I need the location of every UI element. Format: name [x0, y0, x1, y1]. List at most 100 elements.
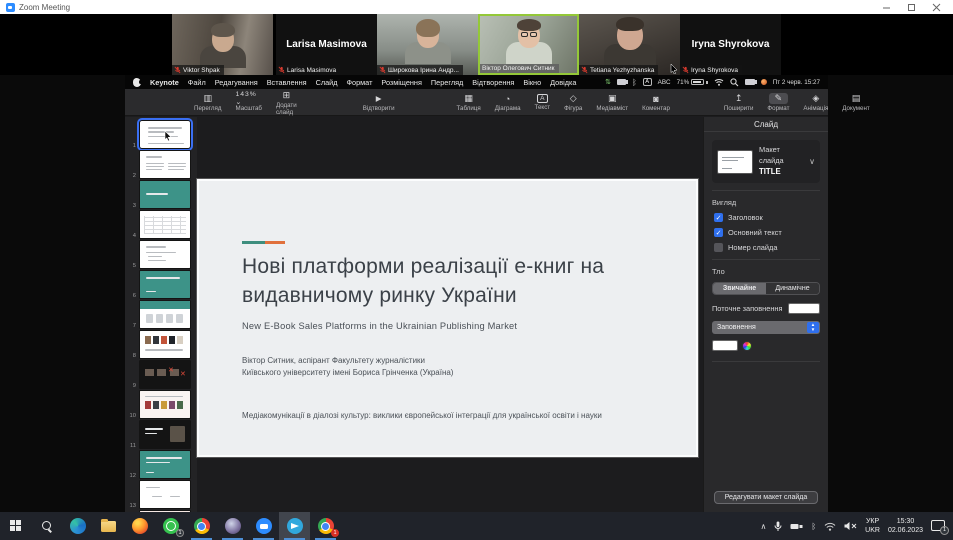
taskbar-file-explorer[interactable]	[93, 512, 124, 540]
slide-author[interactable]: Віктор Ситник, аспірант Факультету журна…	[242, 355, 453, 379]
camera-status-icon[interactable]	[745, 79, 755, 85]
tray-bluetooth-icon[interactable]: ᛒ	[811, 522, 816, 531]
input-source-icon[interactable]: А	[643, 78, 652, 86]
display-icon[interactable]	[617, 79, 626, 85]
slide-thumbnail-9[interactable]: 9 ✕ ✕	[125, 360, 197, 390]
slide-thumbnail-2[interactable]: 2	[125, 150, 197, 180]
format-button[interactable]: ✎ Формат	[760, 89, 796, 115]
slide-thumbnail-11[interactable]: 11	[125, 420, 197, 450]
language-indicator[interactable]: УКРUKR	[865, 517, 880, 535]
menu-window[interactable]: Вікно	[523, 78, 541, 87]
video-tile-tetiana-yezhyzhanska[interactable]: Tetiana Yezhyzhanska	[579, 14, 680, 75]
menu-slide[interactable]: Слайд	[316, 78, 338, 87]
body-text-checkbox-row[interactable]: ✓ Основний текст	[714, 228, 818, 237]
menu-help[interactable]: Довідка	[550, 78, 576, 87]
maximize-button[interactable]	[907, 3, 916, 12]
slide-thumbnail-5[interactable]: 5	[125, 240, 197, 270]
slide-title[interactable]: Нові платформи реалізації е-книг на вида…	[242, 253, 632, 311]
bluetooth-icon[interactable]: ᛒ	[632, 78, 637, 87]
color-wheel-icon[interactable]	[742, 341, 752, 351]
wifi-icon[interactable]	[714, 78, 724, 86]
taskbar-telegram-active[interactable]	[279, 512, 310, 540]
slide-subtitle[interactable]: New E-Book Sales Platforms in the Ukrain…	[242, 321, 517, 331]
comment-button[interactable]: ◙ Коментар	[635, 89, 677, 115]
slide-thumbnail-3[interactable]: 3	[125, 180, 197, 210]
shape-button[interactable]: ◇ Фігура	[557, 89, 589, 115]
menu-file[interactable]: Файл	[188, 78, 206, 87]
slide-thumbnail-4[interactable]: 4	[125, 210, 197, 240]
chart-button[interactable]: ◔ Діаграма	[488, 89, 528, 115]
taskbar-search-button[interactable]	[31, 512, 62, 540]
menu-keynote[interactable]: Keynote	[150, 78, 179, 87]
segment-dynamic[interactable]: Динамічне	[766, 283, 819, 294]
menu-arrange[interactable]: Розміщення	[381, 78, 422, 87]
slide-thumbnail-10[interactable]: 10	[125, 390, 197, 420]
text-button[interactable]: A Текст	[528, 89, 558, 115]
slide-thumbnail-6[interactable]: 6	[125, 270, 197, 300]
video-tile-shyrokova-iryna[interactable]: Широкова Ірина Андр...	[377, 14, 478, 75]
taskbar-whatsapp[interactable]: 1	[155, 512, 186, 540]
fill-color-swatch[interactable]	[712, 340, 738, 351]
slide-footer[interactable]: Медіакомунікації в діалозі культур: викл…	[242, 411, 602, 420]
share-button[interactable]: ↥ Поширити	[717, 89, 761, 115]
taskbar-zoom[interactable]	[248, 512, 279, 540]
dropdown-stepper-icon[interactable]: ▲ ▼	[807, 322, 819, 333]
video-tile-larisa-masimova[interactable]: Larisa Masimova Larisa Masimova	[276, 14, 377, 75]
current-fill-swatch[interactable]	[788, 303, 820, 314]
taskbar-clock[interactable]: 15:3002.06.2023	[888, 517, 923, 535]
slide-thumbnail-7[interactable]: 7	[125, 300, 197, 330]
battery-indicator[interactable]: 71%	[677, 79, 708, 86]
input-abc-label[interactable]: ABC	[658, 79, 671, 86]
menubar-clock[interactable]: Пт 2 черв. 15:27	[773, 79, 820, 86]
view-button[interactable]: ▥ Перегляд	[187, 89, 228, 115]
menu-format[interactable]: Формат	[346, 78, 372, 87]
media-button[interactable]: ▣ Медіавміст	[589, 89, 635, 115]
taskbar-app-unknown[interactable]	[217, 512, 248, 540]
tray-mic-icon[interactable]	[774, 521, 782, 532]
segment-standard[interactable]: Звичайне	[713, 283, 766, 294]
close-button[interactable]	[932, 3, 941, 12]
title-checkbox-row[interactable]: ✓ Заголовок	[714, 213, 818, 222]
taskbar-edge[interactable]	[62, 512, 93, 540]
tray-network-icon[interactable]	[824, 522, 836, 531]
taskbar-firefox[interactable]	[124, 512, 155, 540]
checkbox-checked-icon[interactable]: ✓	[714, 228, 723, 237]
current-slide[interactable]: Нові платформи реалізації е-книг на вида…	[197, 179, 698, 457]
fill-type-dropdown[interactable]: Заповнення ▲ ▼	[712, 321, 820, 334]
tray-device-icon[interactable]	[790, 522, 803, 531]
table-button[interactable]: ▦ Таблиця	[450, 89, 488, 115]
menu-insert[interactable]: Вставлення	[267, 78, 307, 87]
tray-volume-muted-icon[interactable]	[844, 521, 857, 531]
video-tile-viktor-shpak[interactable]: Viktor Shpak	[172, 14, 273, 75]
apple-menu-icon[interactable]	[133, 78, 141, 87]
checkbox-checked-icon[interactable]: ✓	[714, 213, 723, 222]
play-button[interactable]: ▶ Відтворити	[356, 89, 402, 115]
screen-share-status-icon[interactable]: ⇅	[605, 78, 611, 86]
slide-thumbnail-1[interactable]: 1	[125, 120, 197, 150]
action-center-icon[interactable]: 1	[931, 520, 947, 533]
checkbox-unchecked-icon[interactable]	[714, 243, 723, 252]
animate-button[interactable]: ◈ Анімація	[796, 89, 835, 115]
chevron-down-icon[interactable]: ∨	[809, 157, 815, 166]
menu-edit[interactable]: Редагування	[215, 78, 258, 87]
zoom-level-control[interactable]: 143% ⌄ Масштаб	[228, 89, 268, 115]
document-button[interactable]: ▤ Документ	[835, 89, 876, 115]
slide-number-checkbox-row[interactable]: Номер слайда	[714, 243, 818, 252]
slide-thumbnail-12[interactable]: 12	[125, 450, 197, 480]
slide-layout-selector[interactable]: Макет слайда TITLE ∨	[712, 140, 820, 183]
macos-menubar: Keynote Файл Редагування Вставлення Слай…	[125, 75, 828, 89]
slide-thumbnail-8[interactable]: 8	[125, 330, 197, 360]
taskbar-chrome[interactable]	[186, 512, 217, 540]
video-tile-viktor-sytnyk-active-speaker[interactable]: Віктор Олегович Ситник	[478, 14, 579, 75]
menu-view[interactable]: Перегляд	[431, 78, 463, 87]
add-slide-button[interactable]: ⊞ Додати слайд	[269, 89, 304, 115]
start-button[interactable]	[0, 512, 31, 540]
taskbar-chrome-profile[interactable]: 1	[310, 512, 341, 540]
edit-slide-layout-button[interactable]: Редагувати макет слайда	[714, 491, 818, 504]
spotlight-icon[interactable]	[730, 78, 739, 87]
slide-thumbnail-13[interactable]: 13	[125, 480, 197, 510]
minimize-button[interactable]	[882, 3, 891, 12]
menu-play[interactable]: Відтворення	[472, 78, 514, 87]
video-tile-iryna-shyrokova[interactable]: Iryna Shyrokova Iryna Shyrokova	[680, 14, 781, 75]
tray-expand-icon[interactable]: ∧	[761, 522, 767, 531]
